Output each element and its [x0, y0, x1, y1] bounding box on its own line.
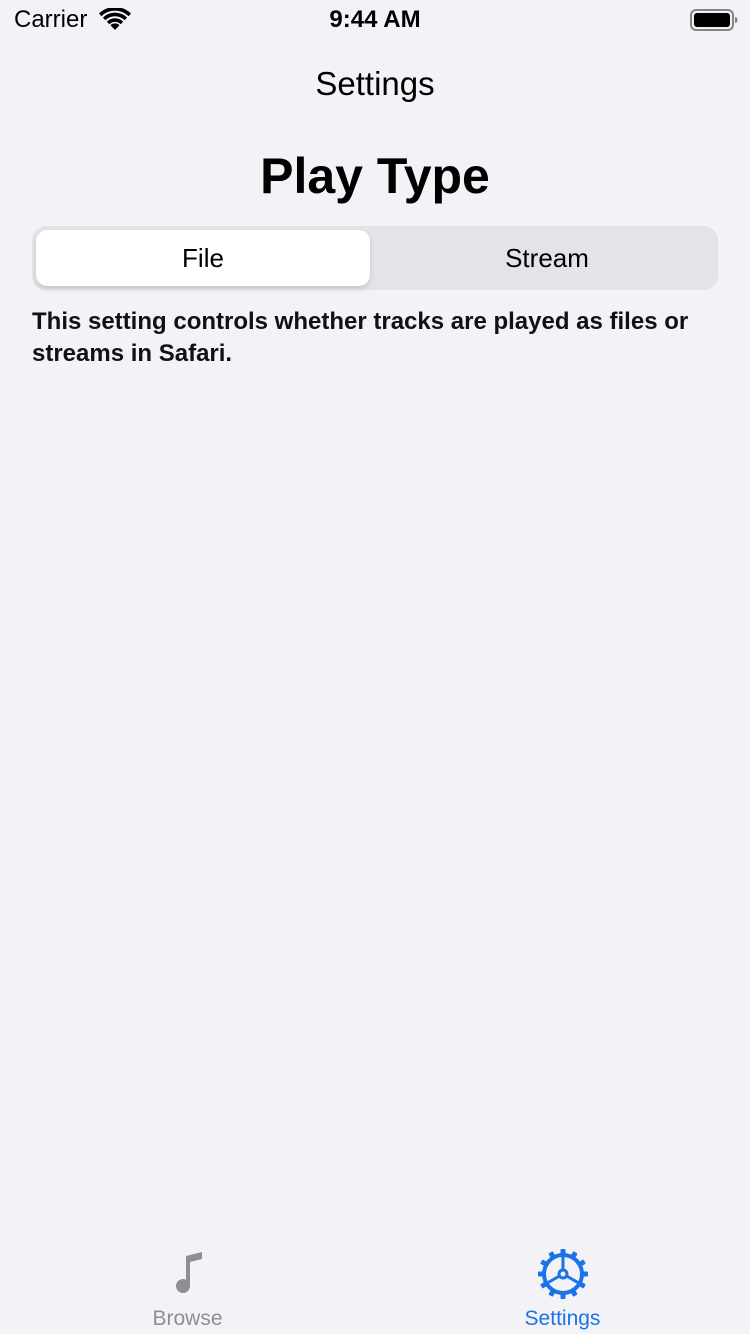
tab-settings[interactable]: Settings [375, 1236, 750, 1334]
play-type-description: This setting controls whether tracks are… [32, 308, 689, 367]
segment-stream[interactable]: Stream [380, 230, 714, 286]
tab-settings-label: Settings [524, 1307, 601, 1330]
clock: 9:44 AM [329, 6, 421, 33]
gear-icon [537, 1248, 589, 1300]
play-type-title: Play Type [260, 148, 490, 204]
tab-bar: Browse Settings [0, 1236, 750, 1334]
tab-browse-label: Browse [152, 1307, 223, 1330]
tab-browse[interactable]: Browse [0, 1236, 375, 1334]
play-type-segmented-control: File Stream [32, 226, 718, 290]
nav-title: Settings [315, 65, 435, 102]
music-note-icon [162, 1248, 214, 1300]
battery-icon [690, 9, 738, 31]
status-bar: Carrier 9:44 AM [0, 0, 750, 40]
segment-file[interactable]: File [36, 230, 370, 286]
